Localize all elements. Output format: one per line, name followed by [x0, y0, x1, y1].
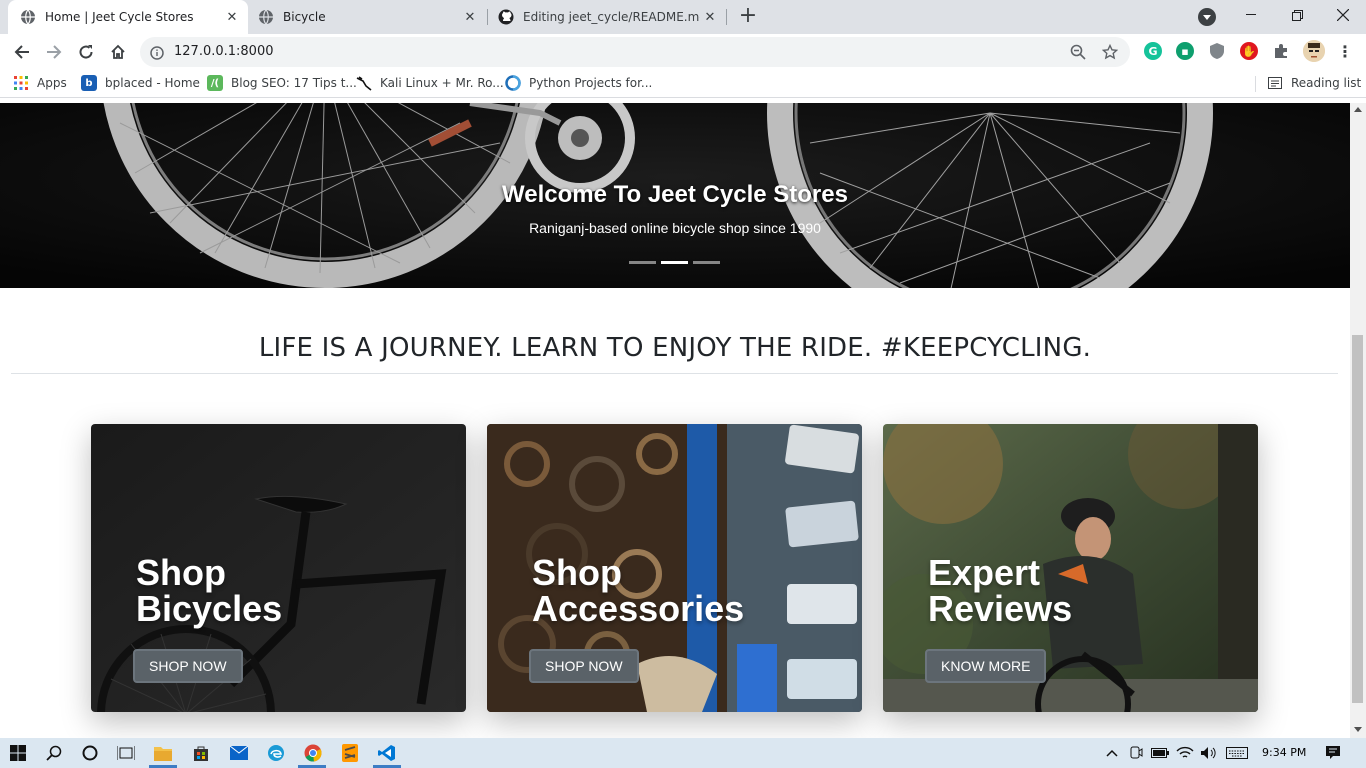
sublime-text-icon[interactable]	[340, 743, 360, 763]
tab-bicycle[interactable]: Bicycle ✕	[246, 0, 486, 34]
site-info-icon[interactable]	[150, 45, 164, 64]
bookmark-bplaced[interactable]: b bplaced - Home	[81, 75, 200, 91]
shop-now-button[interactable]: SHOP NOW	[529, 649, 639, 683]
restore-button[interactable]	[1274, 0, 1320, 30]
shield-icon[interactable]	[1208, 42, 1226, 60]
bookmark-label: Apps	[37, 76, 67, 90]
hero-carousel[interactable]: Welcome To Jeet Cycle Stores Raniganj-ba…	[0, 103, 1350, 288]
section-divider	[11, 373, 1338, 374]
bookmark-label: Python Projects for...	[529, 76, 653, 90]
card-title: Shop Accessories	[532, 552, 745, 629]
minimize-button[interactable]	[1228, 0, 1274, 30]
reading-list-button[interactable]: Reading list	[1267, 75, 1361, 91]
card-title: Shop Bicycles	[136, 552, 283, 629]
bookmark-apps[interactable]: Apps	[13, 75, 67, 91]
vscode-icon[interactable]	[377, 743, 397, 763]
grammarly-icon[interactable]: G	[1144, 42, 1162, 60]
bookmark-label: Blog SEO: 17 Tips t...	[231, 76, 357, 90]
edge-icon[interactable]	[266, 743, 286, 763]
task-view-icon[interactable]	[116, 743, 136, 763]
windows-start-icon[interactable]	[8, 743, 28, 763]
notifications-icon[interactable]	[1323, 743, 1343, 763]
kali-dragon-icon	[356, 75, 372, 91]
page-viewport: Welcome To Jeet Cycle Stores Raniganj-ba…	[0, 103, 1350, 738]
globe-icon	[20, 9, 36, 25]
cortana-icon[interactable]	[80, 743, 100, 763]
tab-github[interactable]: Editing jeet_cycle/README.md at ✕	[486, 0, 726, 34]
reading-list-label: Reading list	[1291, 76, 1362, 90]
hubspot-icon: /(	[207, 75, 223, 91]
home-button[interactable]	[104, 38, 132, 66]
mail-icon[interactable]	[229, 743, 249, 763]
store-icon[interactable]	[191, 743, 211, 763]
reload-button[interactable]	[72, 38, 100, 66]
keyboard-icon[interactable]	[1226, 743, 1248, 763]
tab-title: Editing jeet_cycle/README.md at	[523, 10, 700, 24]
hero-title: Welcome To Jeet Cycle Stores	[502, 181, 848, 208]
browser-tab-strip: Home | Jeet Cycle Stores ✕ Bicycle ✕ Edi…	[0, 0, 1366, 34]
carousel-indicator-2[interactable]	[661, 261, 688, 264]
chrome-icon[interactable]	[303, 743, 323, 763]
close-tab-icon[interactable]: ✕	[222, 7, 242, 27]
tab-title: Home | Jeet Cycle Stores	[45, 10, 194, 24]
bookmark-label: bplaced - Home	[105, 76, 200, 90]
python-projects-icon	[505, 75, 521, 91]
windows-taskbar: 9:34 PM	[0, 738, 1366, 768]
card-shop-bicycles[interactable]: Shop Bicycles SHOP NOW	[91, 424, 466, 712]
github-icon	[498, 9, 514, 25]
tagline-heading: LIFE IS A JOURNEY. LEARN TO ENJOY THE RI…	[258, 333, 1092, 363]
apps-grid-icon	[13, 75, 29, 91]
bookmark-kali[interactable]: Kali Linux + Mr. Ro...	[356, 75, 504, 91]
scroll-down-arrow[interactable]	[1354, 727, 1362, 732]
battery-icon[interactable]	[1150, 743, 1170, 763]
bookmark-label: Kali Linux + Mr. Ro...	[380, 76, 504, 90]
new-tab-button[interactable]: +	[736, 5, 760, 29]
meet-now-icon[interactable]	[1126, 743, 1146, 763]
carousel-indicator-1[interactable]	[629, 261, 656, 264]
close-window-button[interactable]	[1320, 0, 1366, 30]
volume-icon[interactable]	[1199, 743, 1219, 763]
tab-search-button[interactable]	[1198, 8, 1216, 26]
tab-title: Bicycle	[283, 10, 326, 24]
reading-list-icon	[1267, 75, 1283, 91]
profile-avatar[interactable]	[1303, 40, 1325, 62]
globe-icon	[258, 9, 274, 25]
forward-button[interactable]	[40, 38, 68, 66]
search-icon[interactable]	[44, 743, 64, 763]
card-shop-accessories[interactable]: Shop Accessories SHOP NOW	[487, 424, 862, 712]
card-title: Expert Reviews	[928, 552, 1073, 629]
hero-subtitle: Raniganj-based online bicycle shop since…	[529, 220, 821, 236]
taskbar-clock[interactable]: 9:34 PM	[1262, 746, 1306, 759]
carousel-indicator-3[interactable]	[693, 261, 720, 264]
browser-toolbar: 127.0.0.1:8000 G ▪ ✋ ⋮	[0, 34, 1366, 70]
know-more-button[interactable]: KNOW MORE	[925, 649, 1047, 683]
browser-menu-icon[interactable]: ⋮	[1336, 42, 1354, 61]
bplaced-icon: b	[81, 75, 97, 91]
extensions-puzzle-icon[interactable]	[1272, 42, 1290, 60]
adblock-icon[interactable]: ✋	[1240, 42, 1258, 60]
address-bar[interactable]: 127.0.0.1:8000	[140, 37, 1130, 67]
card-expert-reviews[interactable]: Expert Reviews KNOW MORE	[883, 424, 1258, 712]
wifi-icon[interactable]	[1175, 743, 1195, 763]
bookmarks-divider	[1255, 76, 1256, 92]
tab-home[interactable]: Home | Jeet Cycle Stores ✕	[8, 0, 248, 34]
zoom-icon[interactable]	[1070, 44, 1086, 64]
bookmark-star-icon[interactable]	[1101, 43, 1119, 64]
file-explorer-icon[interactable]	[153, 743, 173, 763]
extension-green-icon[interactable]: ▪	[1176, 42, 1194, 60]
bookmark-blog-seo[interactable]: /( Blog SEO: 17 Tips t...	[207, 75, 357, 91]
scrollbar-thumb[interactable]	[1352, 335, 1363, 703]
page-scrollbar[interactable]	[1350, 103, 1366, 738]
back-button[interactable]	[8, 38, 36, 66]
scroll-up-arrow[interactable]	[1354, 107, 1362, 112]
url-text: 127.0.0.1:8000	[174, 44, 274, 59]
tab-divider	[726, 9, 727, 25]
close-tab-icon[interactable]: ✕	[460, 7, 480, 27]
bookmarks-bar: Apps b bplaced - Home /( Blog SEO: 17 Ti…	[0, 70, 1366, 98]
shop-now-button[interactable]: SHOP NOW	[133, 649, 243, 683]
close-tab-icon[interactable]: ✕	[700, 7, 720, 27]
bookmark-python-projects[interactable]: Python Projects for...	[505, 75, 652, 91]
show-hidden-icons-icon[interactable]	[1102, 743, 1122, 763]
